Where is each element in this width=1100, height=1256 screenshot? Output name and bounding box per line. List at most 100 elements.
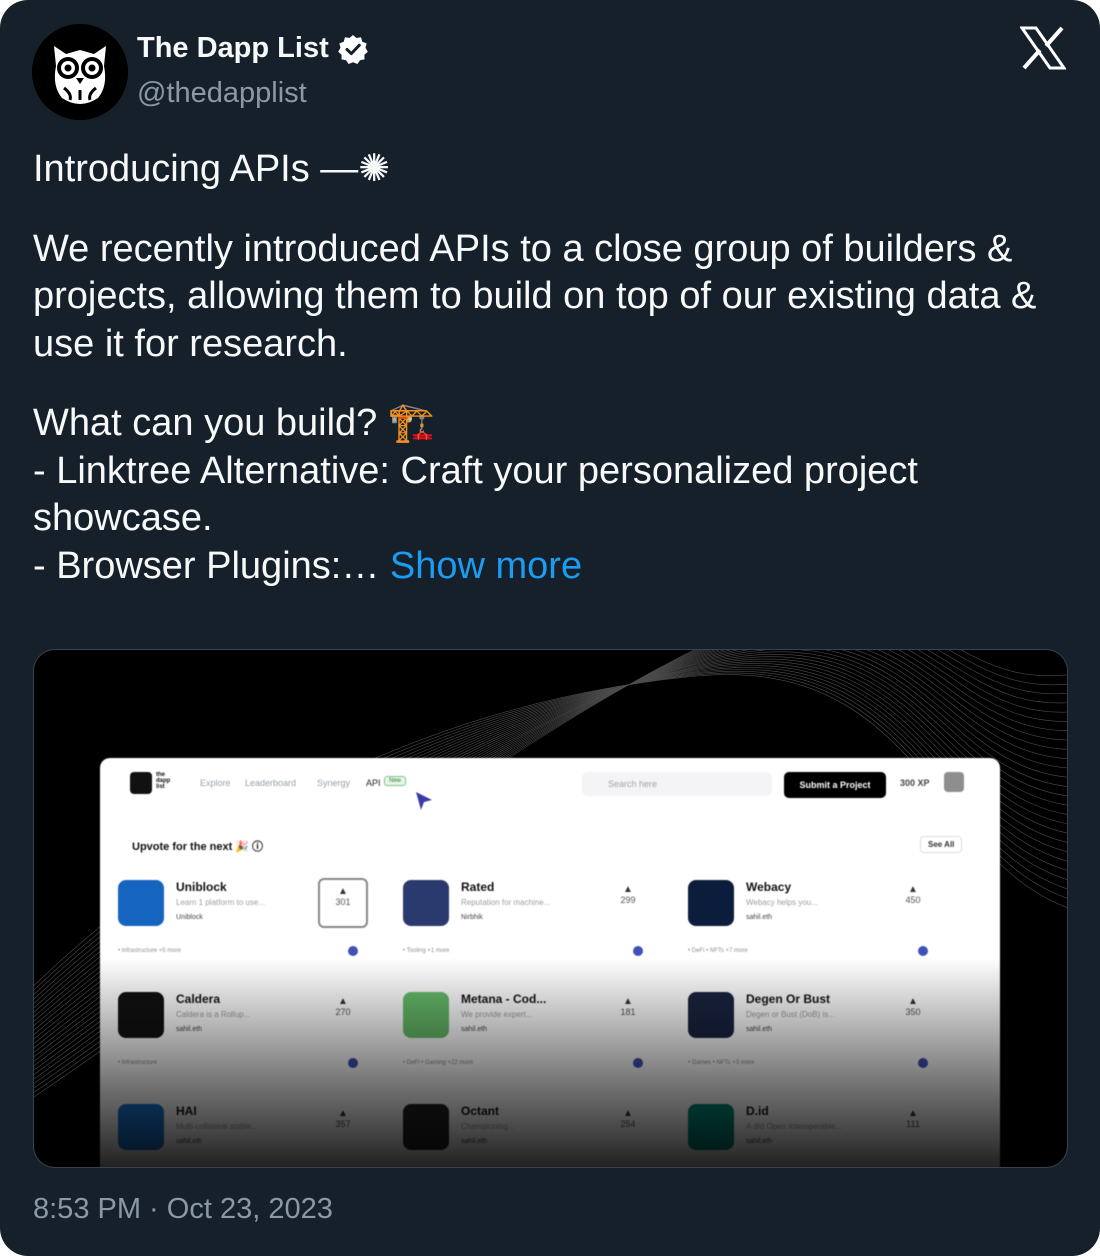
upvote-arrow-icon: ▲ — [623, 1108, 633, 1119]
tweet-line-linktree: - Linktree Alternative: Craft your perso… — [33, 449, 918, 540]
project-owner: sahil.eth — [461, 1026, 488, 1033]
project-tags: • Infrastructure — [118, 1060, 158, 1066]
verified-badge-icon — [337, 34, 368, 64]
tweet-media[interactable]: the dapp list Explore Leaderboard Synerg… — [33, 649, 1068, 1168]
project-card: Metana - Cod... We provide expert... sahil… — [393, 984, 655, 1080]
nav-leaderboard: Leaderboard — [245, 778, 297, 788]
upvote-arrow-icon: ▲ — [338, 1108, 348, 1119]
nav-synergy: Synergy — [317, 778, 351, 788]
project-owner: sahil.eth — [176, 1026, 203, 1033]
vote-count: 111 — [906, 1119, 920, 1129]
project-owner: sahil.eth — [461, 1138, 488, 1145]
upvote-box: ▲ 111 — [888, 1102, 938, 1152]
vote-count: 270 — [335, 1007, 351, 1017]
tweet-line-plugins: - Browser Plugins:… Show more — [33, 543, 1073, 591]
project-tags: • DeFi • NFTs +7 more — [688, 948, 748, 954]
project-card: Octant Championing... sahil.eth ▲ 254 — [393, 1096, 655, 1167]
xp-counter: 300 XP — [900, 778, 930, 788]
chain-icon — [918, 1058, 928, 1068]
nav-explore: Explore — [200, 778, 231, 788]
screenshot-navbar: the dapp list Explore Leaderboard Synerg… — [130, 772, 970, 810]
project-tags: • Tooling +1 more — [403, 948, 450, 954]
project-logo-icon — [403, 992, 449, 1038]
chain-icon — [633, 1058, 643, 1068]
tweet-line-intro: Introducing APIs —✺ — [33, 148, 391, 190]
upvote-box: ▲ 357 — [318, 1102, 368, 1152]
vote-count: 254 — [620, 1119, 636, 1129]
project-description: Multi-collateral stable... — [176, 1122, 258, 1131]
project-description: Learn 1 platform to use... — [176, 898, 265, 907]
screenshot-search-placeholder: Search here — [608, 779, 658, 789]
dapp-list-screenshot: the dapp list Explore Leaderboard Synerg… — [100, 758, 1000, 1167]
project-card: Degen Or Bust Degen or Bust (DoB) is... sa… — [678, 984, 940, 1080]
project-logo-icon — [118, 880, 164, 926]
upvote-box: ▲ 254 — [603, 1102, 653, 1152]
project-logo-icon — [688, 880, 734, 926]
user-avatar — [944, 772, 964, 792]
vote-count: 357 — [335, 1119, 351, 1129]
screenshot-search: Search here — [582, 772, 772, 796]
project-name: Uniblock — [176, 880, 227, 894]
nav-api: API — [366, 778, 381, 788]
upvote-box: ▲ 181 — [603, 990, 653, 1040]
dapp-list-logo-icon — [130, 772, 152, 794]
author-handle[interactable]: @thedapplist — [137, 77, 307, 110]
project-logo-icon — [688, 992, 734, 1038]
upvote-box: ▲ 350 — [888, 990, 938, 1040]
project-name: Degen Or Bust — [746, 992, 831, 1006]
project-tags: • Games • NFTs +3 more — [688, 1060, 755, 1066]
project-description: Championing... — [461, 1122, 515, 1131]
chain-icon — [348, 1058, 358, 1068]
project-owner: Uniblock — [176, 914, 203, 921]
tweet-line-plugins-text: - Browser Plugins:… — [33, 544, 380, 587]
project-card: Uniblock Learn 1 platform to use... Uniblo… — [108, 872, 370, 968]
project-owner: sahil.eth — [176, 1138, 203, 1145]
chain-icon — [918, 946, 928, 956]
chain-icon — [348, 946, 358, 956]
vote-count: 181 — [620, 1007, 636, 1017]
tweet-paragraph: We recently introduced APIs to a close g… — [33, 227, 1037, 365]
project-owner: sahil.eth — [746, 914, 773, 921]
project-owner: sahil.eth — [746, 1026, 773, 1033]
dapp-list-logo-text: the dapp list — [156, 772, 171, 790]
author-avatar[interactable] — [32, 24, 128, 120]
see-all-button: See All — [920, 836, 963, 853]
project-tags: • DeFi • Gaming +22 more — [403, 1060, 474, 1066]
vote-count: 301 — [335, 897, 351, 907]
chain-icon — [633, 946, 643, 956]
project-description: We provide expert... — [461, 1010, 533, 1019]
project-description: A dId Open Interoperable... — [746, 1122, 843, 1131]
x-logo-icon[interactable] — [1020, 26, 1066, 70]
project-owner: sahil.eth — [746, 1138, 773, 1145]
project-card: Rated Reputation for machine... Nirbhik ▲ 29… — [393, 872, 655, 968]
show-more-link[interactable]: Show more — [390, 545, 582, 587]
upvote-arrow-icon: ▲ — [338, 996, 348, 1007]
upvote-arrow-icon: ▲ — [338, 886, 348, 897]
upvote-box: ▲ 270 — [318, 990, 368, 1040]
upvote-box: ▲ 299 — [603, 878, 653, 928]
tweet-line-question: What can you build? 🏗️ — [33, 402, 436, 444]
upvote-arrow-icon: ▲ — [623, 884, 633, 895]
project-card: HAI Multi-collateral stable... sahil.eth ▲ 3… — [108, 1096, 370, 1167]
submit-project-button: Submit a Project — [784, 772, 886, 798]
project-description: Degen or Bust (DoB) is... — [746, 1010, 835, 1019]
project-card: Caldera Caldera is a Rollup... sahil.eth ▲ 2… — [108, 984, 370, 1080]
project-logo-icon — [403, 880, 449, 926]
project-name: D.id — [746, 1104, 769, 1118]
project-description: Webacy helps you... — [746, 898, 818, 907]
project-name: Octant — [461, 1104, 500, 1118]
upvote-arrow-icon: ▲ — [908, 996, 918, 1007]
project-description: Reputation for machine... — [461, 898, 551, 907]
upvote-section-title: Upvote for the next 🎉 ⓘ — [132, 841, 264, 853]
project-name: Metana - Cod... — [461, 992, 547, 1006]
tweet-timestamp[interactable]: 8:53 PM · Oct 23, 2023 — [33, 1193, 333, 1226]
tweet-text: Introducing APIs —✺ We recently introduc… — [33, 146, 1073, 590]
new-badge: New — [384, 776, 407, 786]
upvote-box: ▲ 301 — [318, 878, 368, 928]
author-name[interactable]: The Dapp List — [137, 32, 369, 65]
upvote-arrow-icon: ▲ — [908, 1108, 918, 1119]
project-logo-icon — [118, 1104, 164, 1150]
project-name: HAI — [176, 1104, 197, 1118]
project-logo-icon — [118, 992, 164, 1038]
project-name: Rated — [461, 880, 495, 894]
